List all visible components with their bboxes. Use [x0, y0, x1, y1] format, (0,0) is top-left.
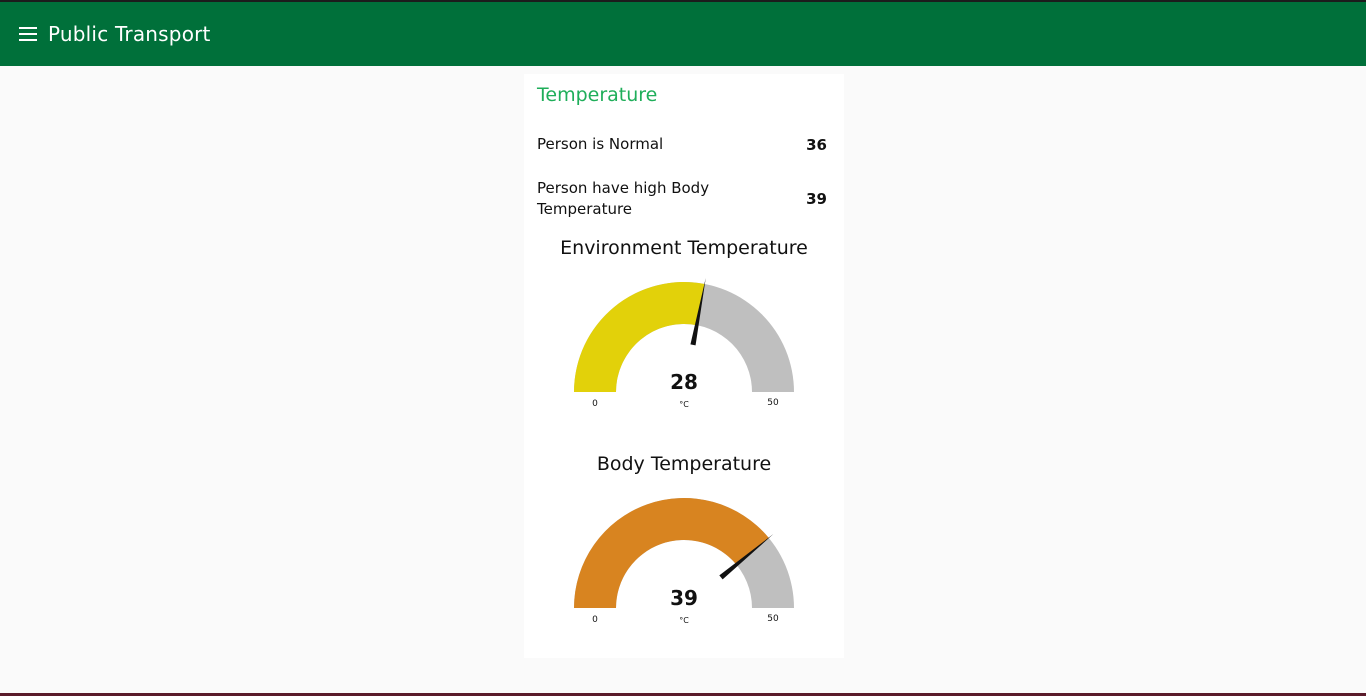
row-label: Person have high Body Temperature — [537, 179, 710, 218]
gauge-value: 39 — [670, 586, 698, 610]
gauge-environment: 28 °C 0 50 — [564, 269, 804, 419]
app-title: Public Transport — [48, 22, 211, 46]
gauge-min-label: 0 — [592, 399, 598, 409]
row-value: 39 — [806, 190, 827, 208]
gauge-body: 39 °C 0 50 — [564, 485, 804, 635]
row-value: 36 — [806, 135, 827, 154]
gauge-max-label: 50 — [767, 614, 779, 624]
gauge-max-label: 50 — [767, 398, 779, 408]
gauge-title-environment: Environment Temperature — [560, 237, 808, 259]
gauge-body-svg: 39 °C 0 50 — [574, 498, 794, 625]
row-person-normal: Person is Normal 36 — [537, 134, 827, 155]
hamburger-menu-icon[interactable] — [19, 27, 37, 41]
card-title: Temperature — [537, 84, 658, 106]
gauge-title-body: Body Temperature — [596, 453, 772, 475]
gauge-unit: °C — [679, 616, 689, 625]
temperature-card: Temperature Person is Normal 36 Person h… — [524, 74, 844, 658]
gauge-environment-svg: 28 °C 0 50 — [574, 278, 794, 409]
row-person-high-temp: Person have high Body Temperature 39 — [537, 178, 827, 220]
gauge-unit: °C — [679, 400, 689, 409]
gauge-value: 28 — [670, 370, 698, 394]
row-label: Person is Normal — [537, 135, 664, 153]
gauge-min-label: 0 — [592, 615, 598, 625]
top-app-bar: Public Transport — [0, 0, 1366, 66]
